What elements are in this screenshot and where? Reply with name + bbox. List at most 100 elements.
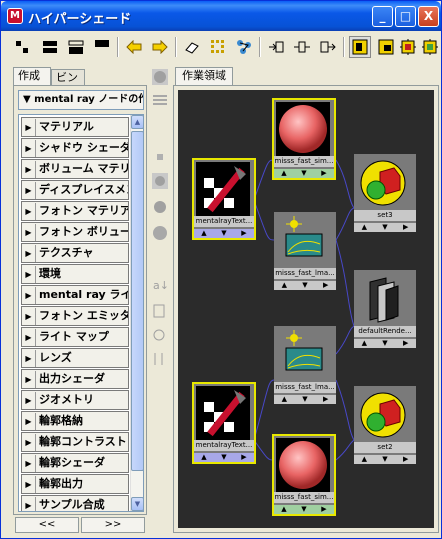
lightmap-node-bottom[interactable]: misss_fast_lma... ▲ ▼ ▶ — [274, 326, 336, 404]
maya-icon[interactable]: M — [7, 8, 23, 24]
expand-arrow-icon[interactable]: ▶ — [22, 245, 36, 262]
expand-arrow-icon[interactable]: ▶ — [22, 224, 36, 241]
rearrange-icon[interactable] — [375, 36, 397, 58]
expand-arrow-icon[interactable]: ▶ — [22, 203, 36, 220]
clear-graph-icon[interactable] — [419, 36, 441, 58]
arrow-left-icon[interactable] — [123, 36, 145, 58]
expand-arrow-icon[interactable]: ▶ — [22, 392, 36, 409]
sort-reverse-icon[interactable] — [152, 351, 168, 367]
eraser-icon[interactable] — [181, 36, 203, 58]
list-item[interactable]: ▶ディスプレイスメント — [21, 180, 129, 200]
graph-network-icon[interactable] — [233, 36, 255, 58]
list-item[interactable]: ▶ボリューム マテリアル — [21, 159, 129, 179]
node-ports[interactable]: ▲ ▼ ▶ — [274, 281, 336, 290]
list-view-icon[interactable] — [152, 93, 168, 109]
input-output-connections-icon[interactable] — [291, 36, 313, 58]
node-ports[interactable]: ▲ ▼ ▶ — [274, 395, 336, 404]
expand-arrow-icon[interactable]: ▶ — [22, 329, 36, 346]
grid-icon[interactable] — [207, 36, 229, 58]
scroll-up-icon[interactable]: ▲ — [131, 115, 143, 129]
expand-arrow-icon[interactable]: ▶ — [22, 287, 36, 304]
list-item[interactable]: ▶ 出力シェーダ — [21, 369, 129, 389]
node-ports[interactable]: ▲ ▼ ▶ — [194, 453, 254, 462]
list-item[interactable]: ▶ ライト マップ — [21, 327, 129, 347]
expand-arrow-icon[interactable]: ▶ — [22, 455, 36, 472]
expand-arrow-icon[interactable]: ▶ — [22, 308, 36, 325]
sphere-view-icon[interactable] — [152, 69, 168, 85]
tab-bins[interactable]: ビン — [51, 69, 85, 85]
list-item[interactable]: ▶ サンプル合成 — [21, 495, 129, 511]
list-item[interactable]: ▶ 輪郭出力 — [21, 474, 129, 494]
list-item[interactable]: ▶ 環境 — [21, 264, 129, 284]
expand-arrow-icon[interactable]: ▶ — [22, 140, 36, 157]
expand-arrow-icon[interactable]: ▶ — [22, 119, 36, 136]
expand-arrow-icon[interactable]: ▶ — [22, 476, 36, 493]
node-ports[interactable]: ▲ ▼ ▶ — [274, 169, 334, 178]
list-item[interactable]: ▶フォトン マテリアル — [21, 201, 129, 221]
tab-work-area[interactable]: 作業領域 — [175, 67, 233, 85]
set-node-bottom[interactable]: set2 ▲ ▼ ▶ — [354, 386, 416, 464]
node-type-dropdown[interactable]: ▼ mental ray ノードの作成 — [18, 90, 144, 110]
node-ports[interactable]: ▲ ▼ ▶ — [194, 229, 254, 238]
list-item[interactable]: ▶ テクスチャ — [21, 243, 129, 263]
list-item[interactable]: ▶ 輪郭シェーダ — [21, 453, 129, 473]
next-button[interactable]: >> — [81, 517, 145, 533]
scroll-down-icon[interactable]: ▼ — [131, 497, 143, 511]
layout-bottom-icon[interactable] — [65, 36, 87, 58]
arrow-right-icon[interactable] — [149, 36, 171, 58]
layout-split-icon[interactable] — [39, 36, 61, 58]
layout-toggle-icon[interactable] — [349, 36, 371, 58]
category-scrollbar[interactable]: ▲ ▼ — [130, 115, 143, 511]
node-ports[interactable]: ▲ ▼ ▶ — [354, 455, 416, 464]
expand-arrow-icon[interactable]: ▶ — [22, 350, 36, 367]
output-connections-icon[interactable] — [317, 36, 339, 58]
shader-node-bottom[interactable]: misss_fast_sim... ▲ ▼ ▶ — [272, 434, 336, 516]
close-button[interactable]: X — [418, 6, 439, 27]
expand-arrow-icon[interactable]: ▶ — [22, 266, 36, 283]
expand-arrow-icon[interactable]: ▶ — [22, 182, 36, 199]
list-item[interactable]: ▶ ジオメトリ — [21, 390, 129, 410]
node-ports[interactable]: ▲ ▼ ▶ — [274, 505, 334, 514]
input-connections-icon[interactable] — [265, 36, 287, 58]
node-label: misss_fast_sim... — [274, 492, 334, 503]
large-swatch-icon[interactable] — [152, 199, 168, 215]
node-ports[interactable]: ▲ ▼ ▶ — [354, 339, 416, 348]
list-item[interactable]: ▶フォトン ボリューム — [21, 222, 129, 242]
sort-time-icon[interactable] — [152, 327, 168, 343]
list-item[interactable]: ▶ マテリアル — [21, 117, 129, 137]
list-item[interactable]: ▶ 輪郭コントラスト — [21, 432, 129, 452]
expand-arrow-icon[interactable]: ▶ — [22, 497, 36, 511]
list-item[interactable]: ▶mental ray ライト — [21, 285, 129, 305]
xlarge-swatch-icon[interactable] — [152, 225, 168, 241]
list-item[interactable]: ▶ 輪郭格納 — [21, 411, 129, 431]
medium-swatch-icon[interactable] — [152, 173, 168, 189]
lightmap-node-top[interactable]: misss_fast_lma... ▲ ▼ ▶ — [274, 212, 336, 290]
expand-arrow-icon[interactable]: ▶ — [22, 413, 36, 430]
set-node-top[interactable]: set3 ▲ ▼ ▶ — [354, 154, 416, 232]
expand-arrow-icon[interactable]: ▶ — [22, 371, 36, 388]
texture-node-top[interactable]: mentalrayText... ▲ ▼ ▶ — [192, 158, 256, 240]
small-swatch-icon[interactable] — [152, 149, 168, 165]
expand-arrow-icon[interactable]: ▶ — [22, 161, 36, 178]
prev-button[interactable]: << — [15, 517, 79, 533]
layout-top-icon[interactable] — [91, 36, 113, 58]
list-item[interactable]: ▶ レンズ — [21, 348, 129, 368]
sort-type-icon[interactable] — [152, 303, 168, 319]
minimize-button[interactable]: _ — [372, 6, 393, 27]
list-item[interactable]: ▶ フォトン エミッタ — [21, 306, 129, 326]
default-render-node[interactable]: defaultRende... ▲ ▼ ▶ — [354, 270, 416, 348]
layout-small-icon[interactable] — [11, 36, 33, 58]
maximize-button[interactable]: □ — [395, 6, 416, 27]
sort-name-icon[interactable]: a↓ — [152, 277, 169, 293]
shading-group-icon — [356, 388, 410, 442]
title-bar[interactable]: M ハイパーシェード _ □ X — [1, 1, 441, 31]
swatch-toggle-icon[interactable] — [397, 36, 419, 58]
texture-node-bottom[interactable]: mentalrayText... ▲ ▼ ▶ — [192, 382, 256, 464]
scroll-thumb[interactable] — [131, 131, 143, 471]
tab-create[interactable]: 作成 — [13, 67, 51, 85]
expand-arrow-icon[interactable]: ▶ — [22, 434, 36, 451]
node-graph-canvas[interactable]: misss_fast_sim... ▲ ▼ ▶ mentalrayText... ▲… — [178, 90, 434, 528]
node-ports[interactable]: ▲ ▼ ▶ — [354, 223, 416, 232]
list-item[interactable]: ▶ シャドウ シェーダ — [21, 138, 129, 158]
shader-node-top[interactable]: misss_fast_sim... ▲ ▼ ▶ — [272, 98, 336, 180]
